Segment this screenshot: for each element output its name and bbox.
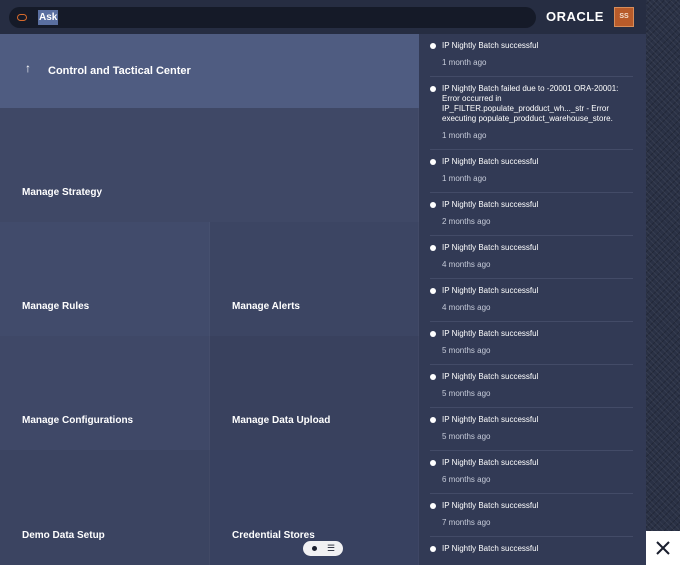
manage-strategy-tile[interactable]: Manage Strategy bbox=[0, 108, 419, 222]
feed-item[interactable]: IP Nightly Batch successful 6 months ago bbox=[430, 451, 633, 494]
background-texture bbox=[646, 0, 680, 565]
manage-alerts-tile[interactable]: Manage Alerts bbox=[210, 222, 419, 336]
feed-time: 5 months ago bbox=[442, 432, 491, 441]
oracle-o-icon bbox=[17, 14, 27, 21]
feed-item[interactable]: IP Nightly Batch successful 5 months ago bbox=[430, 322, 633, 365]
feed-time: 5 months ago bbox=[442, 389, 491, 398]
feed-time: 2 months ago bbox=[442, 217, 491, 226]
feed-message: IP Nightly Batch successful bbox=[442, 329, 539, 338]
tile-label: Demo Data Setup bbox=[22, 530, 105, 541]
feed-message: IP Nightly Batch successful bbox=[442, 243, 539, 252]
feed-message: IP Nightly Batch successful bbox=[442, 458, 539, 467]
top-bar: Ask ORACLE SS bbox=[0, 0, 646, 34]
tile-label: Manage Strategy bbox=[22, 187, 103, 198]
tile-label: Manage Data Upload bbox=[232, 415, 331, 426]
feed-time: 1 month ago bbox=[442, 58, 487, 67]
feed-message: IP Nightly Batch failed due to -20001 OR… bbox=[442, 84, 619, 123]
bullet-dot-icon bbox=[430, 202, 436, 208]
ask-input-text[interactable]: Ask bbox=[38, 10, 59, 25]
bullet-dot-icon bbox=[430, 331, 436, 337]
feed-message: IP Nightly Batch successful bbox=[442, 544, 539, 553]
manage-configurations-tile[interactable]: Manage Configurations bbox=[0, 336, 210, 450]
manage-data-upload-tile[interactable]: Manage Data Upload bbox=[210, 336, 419, 450]
tile-view-dot-icon[interactable] bbox=[312, 546, 317, 551]
feed-item[interactable]: IP Nightly Batch successful 2 months ago bbox=[430, 193, 633, 236]
close-icon bbox=[656, 541, 670, 555]
feed-time: 1 month ago bbox=[442, 131, 487, 140]
bullet-dot-icon bbox=[430, 43, 436, 49]
manage-rules-tile[interactable]: Manage Rules bbox=[0, 222, 210, 336]
tile-label: Credential Stores bbox=[232, 530, 315, 541]
feed-message: IP Nightly Batch successful bbox=[442, 157, 539, 166]
up-arrow-icon[interactable]: ↑ bbox=[25, 61, 31, 75]
feed-time: 7 months ago bbox=[442, 518, 491, 527]
feed-time: 4 months ago bbox=[442, 303, 491, 312]
bullet-dot-icon bbox=[430, 546, 436, 552]
bullet-dot-icon bbox=[430, 288, 436, 294]
feed-message: IP Nightly Batch successful bbox=[442, 415, 539, 424]
bullet-dot-icon bbox=[430, 159, 436, 165]
bullet-dot-icon bbox=[430, 503, 436, 509]
feed-message: IP Nightly Batch successful bbox=[442, 200, 539, 209]
oracle-logo: ORACLE bbox=[546, 9, 604, 24]
hero-tile: ↑ Control and Tactical Center bbox=[0, 34, 419, 108]
feed-message: IP Nightly Batch successful bbox=[442, 372, 539, 381]
bullet-dot-icon bbox=[430, 86, 436, 92]
bullet-dot-icon bbox=[430, 417, 436, 423]
bullet-dot-icon bbox=[430, 245, 436, 251]
tile-label: Manage Configurations bbox=[22, 415, 134, 426]
feed-message: IP Nightly Batch successful bbox=[442, 41, 539, 50]
user-avatar[interactable]: SS bbox=[614, 7, 634, 27]
view-toggle[interactable]: ☰ bbox=[303, 541, 343, 556]
close-button[interactable] bbox=[646, 531, 680, 565]
feed-item[interactable]: IP Nightly Batch successful 4 months ago bbox=[430, 236, 633, 279]
feed-item[interactable]: IP Nightly Batch successful 1 month ago bbox=[430, 150, 633, 193]
feed-time: 6 months ago bbox=[442, 475, 491, 484]
feed-message: IP Nightly Batch successful bbox=[442, 286, 539, 295]
feed-item[interactable]: IP Nightly Batch successful 1 month ago bbox=[430, 34, 633, 77]
bullet-dot-icon bbox=[430, 374, 436, 380]
feed-item[interactable]: IP Nightly Batch successful bbox=[430, 537, 633, 565]
feed-item[interactable]: IP Nightly Batch successful 7 months ago bbox=[430, 494, 633, 537]
feed-time: 1 month ago bbox=[442, 174, 487, 183]
feed-item[interactable]: IP Nightly Batch successful 4 months ago bbox=[430, 279, 633, 322]
feed-item[interactable]: IP Nightly Batch failed due to -20001 OR… bbox=[430, 77, 633, 150]
app-shell: Ask ORACLE SS ↑ Control and Tactical Cen… bbox=[0, 0, 646, 565]
ask-search-bar[interactable]: Ask bbox=[9, 7, 536, 28]
tile-label: Manage Rules bbox=[22, 301, 90, 312]
feed-time: 5 months ago bbox=[442, 346, 491, 355]
demo-data-setup-tile[interactable]: Demo Data Setup bbox=[0, 450, 210, 565]
notification-feed: IP Nightly Batch successful 1 month ago … bbox=[419, 34, 646, 565]
feed-item[interactable]: IP Nightly Batch successful 5 months ago bbox=[430, 408, 633, 451]
list-view-icon[interactable]: ☰ bbox=[324, 543, 338, 554]
page-title: Control and Tactical Center bbox=[48, 65, 191, 77]
feed-message: IP Nightly Batch successful bbox=[442, 501, 539, 510]
feed-item[interactable]: IP Nightly Batch successful 5 months ago bbox=[430, 365, 633, 408]
tile-label: Manage Alerts bbox=[232, 301, 300, 312]
bullet-dot-icon bbox=[430, 460, 436, 466]
feed-time: 4 months ago bbox=[442, 260, 491, 269]
